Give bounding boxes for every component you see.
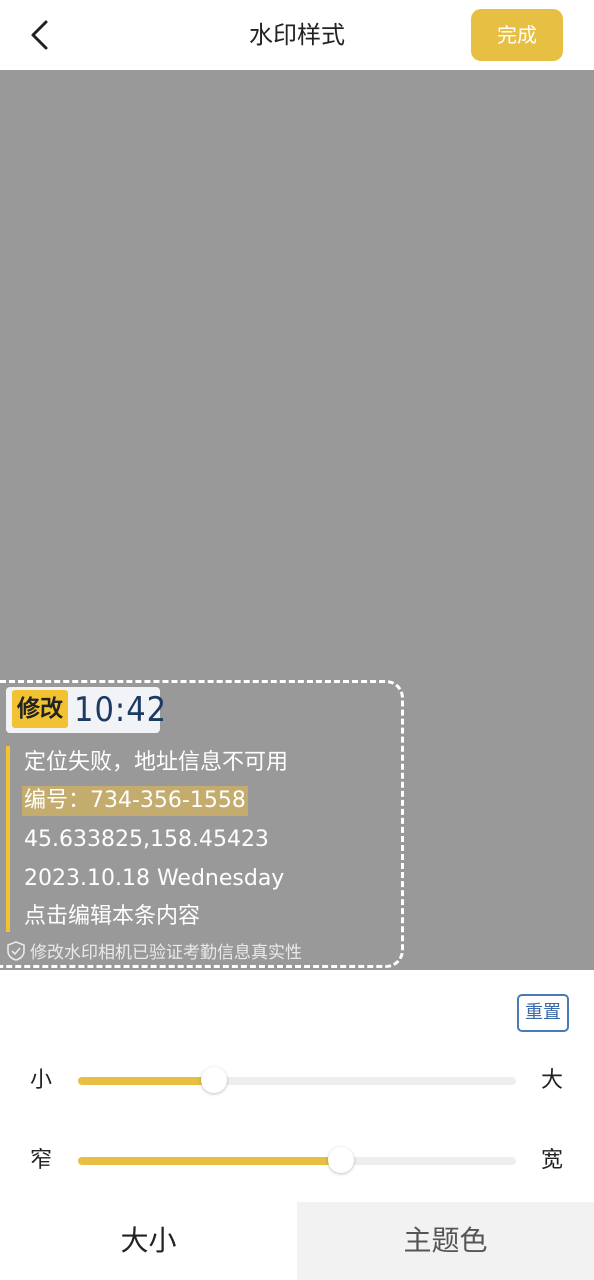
watermark-edit-hint[interactable]: 点击编辑本条内容 (24, 902, 200, 932)
tab-size[interactable]: 大小 (0, 1202, 297, 1280)
photo-preview: 修改 10:42 定位失败，地址信息不可用 编号：734-356-1558 45… (0, 70, 594, 970)
size-slider[interactable] (78, 1067, 516, 1093)
watermark-time: 10:42 (74, 690, 168, 730)
watermark-coordinates: 45.633825,158.45423 (24, 827, 269, 852)
verify-text: 修改水印相机已验证考勤信息真实性 (30, 943, 302, 963)
watermark-verify: 修改水印相机已验证考勤信息真实性 (6, 940, 302, 965)
width-min-label: 窄 (30, 1148, 53, 1173)
size-slider-fill (78, 1077, 214, 1085)
reset-button[interactable]: 重置 (517, 994, 569, 1032)
watermark-tag: 修改 (12, 690, 68, 728)
tab-theme-color[interactable]: 主题色 (297, 1202, 594, 1280)
top-bar: 水印样式 完成 (0, 0, 594, 70)
watermark-location: 定位失败，地址信息不可用 (24, 750, 289, 775)
width-slider[interactable] (78, 1147, 516, 1173)
width-slider-fill (78, 1157, 341, 1165)
watermark-date: 2023.10.18 Wednesday (24, 866, 285, 891)
done-button[interactable]: 完成 (471, 9, 563, 61)
watermark-accent-bar (6, 746, 10, 932)
shield-check-icon (7, 941, 25, 961)
width-max-label: 宽 (541, 1148, 564, 1173)
size-min-label: 小 (30, 1068, 53, 1093)
width-slider-thumb[interactable] (327, 1147, 354, 1173)
size-slider-thumb[interactable] (200, 1067, 227, 1093)
watermark-serial: 编号：734-356-1558 (22, 786, 248, 816)
size-max-label: 大 (541, 1068, 564, 1093)
